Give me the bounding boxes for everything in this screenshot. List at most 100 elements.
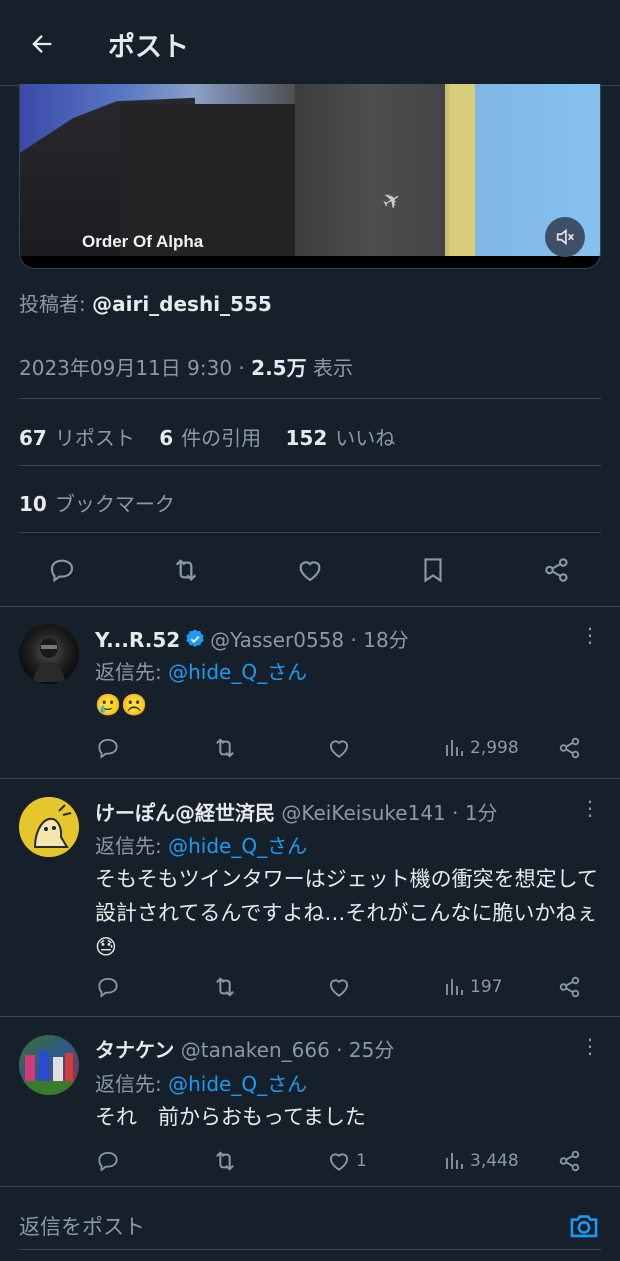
heart-icon bbox=[329, 1153, 349, 1171]
bookmark-button[interactable] bbox=[413, 550, 453, 590]
view-count: 3,448 bbox=[470, 1151, 519, 1171]
reply-action-bar: 2,998 bbox=[95, 733, 595, 763]
post-action-bar bbox=[0, 550, 620, 590]
reply-text: 🥲☹️ bbox=[95, 693, 148, 717]
view-label: 表示 bbox=[306, 356, 353, 380]
bar-chart-icon bbox=[446, 979, 463, 995]
display-name[interactable]: Y...R.52 bbox=[95, 628, 180, 652]
heart-icon bbox=[329, 979, 349, 997]
like-button[interactable] bbox=[290, 550, 330, 590]
post-meta: 2023年09月11日 9:30 · 2.5万 表示 bbox=[19, 356, 353, 380]
repost-icon bbox=[175, 559, 197, 581]
author-prefix: 投稿者: bbox=[19, 292, 93, 316]
heart-icon bbox=[329, 740, 349, 758]
reply-item[interactable]: けーぽん@経世済民 @KeiKeisuke141 · 1分 ⋮ 返信先: @hi… bbox=[0, 778, 620, 1016]
page-title: ポスト bbox=[108, 32, 189, 63]
repost-icon bbox=[216, 977, 234, 997]
reply-header: タナケン @tanaken_666 · 25分 bbox=[95, 1034, 394, 1063]
view-count: 2.5万 bbox=[251, 356, 307, 380]
replyto-link[interactable]: @hide_Q_さん bbox=[168, 834, 307, 858]
reply-button[interactable] bbox=[42, 550, 82, 590]
share-icon bbox=[559, 1150, 580, 1172]
replying-to: 返信先: @hide_Q_さん bbox=[95, 834, 308, 858]
like-button[interactable]: 1 bbox=[326, 1146, 367, 1176]
divider bbox=[19, 398, 601, 399]
likes-stat[interactable]: 152 いいね bbox=[285, 426, 395, 450]
share-button[interactable] bbox=[557, 972, 583, 1002]
divider bbox=[19, 532, 601, 533]
reply-button[interactable] bbox=[95, 733, 121, 763]
divider bbox=[19, 465, 601, 466]
reply-item[interactable]: Y...R.52 @Yasser0558 · 18分 ⋮ 返信先: @hide_Q… bbox=[0, 606, 620, 778]
reply-header: けーぽん@経世済民 @KeiKeisuke141 · 1分 bbox=[95, 797, 498, 826]
repost-icon bbox=[216, 1151, 234, 1171]
replying-to: 返信先: @hide_Q_さん bbox=[95, 1072, 308, 1096]
bookmarks-stat[interactable]: 10 ブックマーク bbox=[19, 488, 175, 517]
top-bar: ポスト bbox=[0, 0, 620, 86]
share-icon bbox=[545, 558, 568, 582]
post-video[interactable]: ✈ Order Of Alpha bbox=[19, 84, 601, 269]
avatar[interactable] bbox=[19, 797, 79, 857]
reply-input-placeholder[interactable]: 返信をポスト bbox=[19, 1211, 145, 1241]
share-button[interactable] bbox=[557, 1146, 583, 1176]
view-count: 2,998 bbox=[470, 738, 519, 758]
post-timestamp[interactable]: 2023年09月11日 9:30 bbox=[19, 356, 232, 380]
post-author-line: 投稿者: @airi_deshi_555 bbox=[19, 288, 272, 317]
arrow-left-icon bbox=[32, 35, 52, 53]
like-count: 1 bbox=[356, 1151, 367, 1171]
reply-action-bar: 1 3,448 bbox=[95, 1146, 595, 1176]
quotes-stat[interactable]: 6 件の引用 bbox=[159, 426, 261, 450]
share-icon bbox=[559, 737, 580, 759]
share-icon bbox=[559, 976, 580, 998]
views-button[interactable]: 3,448 bbox=[442, 1146, 519, 1176]
reply-icon bbox=[50, 559, 74, 583]
repost-button[interactable] bbox=[166, 550, 206, 590]
reply-icon bbox=[98, 738, 118, 759]
more-options-icon[interactable]: ⋮ bbox=[578, 1034, 602, 1058]
post-stats: 67 リポスト 6 件の引用 152 いいね bbox=[19, 422, 395, 451]
video-watermark: Order Of Alpha bbox=[82, 232, 204, 251]
bar-chart-icon bbox=[446, 1153, 463, 1169]
reply-icon bbox=[98, 977, 118, 998]
handle-and-time: @Yasser0558 · 18分 bbox=[210, 628, 409, 652]
like-button[interactable] bbox=[326, 972, 356, 1002]
repost-button[interactable] bbox=[211, 1146, 239, 1176]
replying-to: 返信先: @hide_Q_さん bbox=[95, 660, 308, 684]
bar-chart-icon bbox=[446, 740, 463, 756]
views-button[interactable]: 197 bbox=[442, 972, 502, 1002]
heart-icon bbox=[299, 561, 321, 582]
avatar[interactable] bbox=[19, 1035, 79, 1095]
like-button[interactable] bbox=[326, 733, 356, 763]
reply-button[interactable] bbox=[95, 1146, 121, 1176]
more-options-icon[interactable]: ⋮ bbox=[578, 623, 602, 647]
speaker-muted-icon bbox=[556, 228, 574, 246]
reply-compose-bar[interactable]: 返信をポスト bbox=[19, 1205, 601, 1250]
handle-and-time: @KeiKeisuke141 · 1分 bbox=[281, 801, 498, 825]
reposts-stat[interactable]: 67 リポスト bbox=[19, 426, 135, 450]
share-button[interactable] bbox=[557, 733, 583, 763]
avatar[interactable] bbox=[19, 624, 79, 684]
view-count: 197 bbox=[470, 977, 503, 997]
camera-button[interactable] bbox=[567, 1209, 601, 1243]
reply-button[interactable] bbox=[95, 972, 121, 1002]
back-button[interactable] bbox=[22, 24, 62, 64]
views-button[interactable]: 2,998 bbox=[442, 733, 519, 763]
handle-and-time: @tanaken_666 · 25分 bbox=[180, 1038, 395, 1062]
bookmark-icon bbox=[424, 558, 442, 583]
author-handle[interactable]: @airi_deshi_555 bbox=[92, 292, 272, 316]
reply-item[interactable]: タナケン @tanaken_666 · 25分 ⋮ 返信先: @hide_Q_さ… bbox=[0, 1016, 620, 1186]
reply-icon bbox=[98, 1151, 118, 1172]
repost-button[interactable] bbox=[211, 733, 239, 763]
verified-badge-icon bbox=[184, 628, 206, 655]
reply-text: それ 前からおもってました bbox=[95, 1105, 366, 1129]
mute-button[interactable] bbox=[545, 217, 585, 257]
repost-button[interactable] bbox=[211, 972, 239, 1002]
camera-icon bbox=[570, 1215, 598, 1238]
reply-header: Y...R.52 @Yasser0558 · 18分 bbox=[95, 624, 409, 655]
display-name[interactable]: タナケン bbox=[95, 1038, 174, 1062]
share-button[interactable] bbox=[537, 550, 577, 590]
display-name[interactable]: けーぽん@経世済民 bbox=[95, 801, 275, 825]
more-options-icon[interactable]: ⋮ bbox=[578, 796, 602, 820]
replyto-link[interactable]: @hide_Q_さん bbox=[168, 1072, 307, 1096]
replyto-link[interactable]: @hide_Q_さん bbox=[168, 660, 307, 684]
